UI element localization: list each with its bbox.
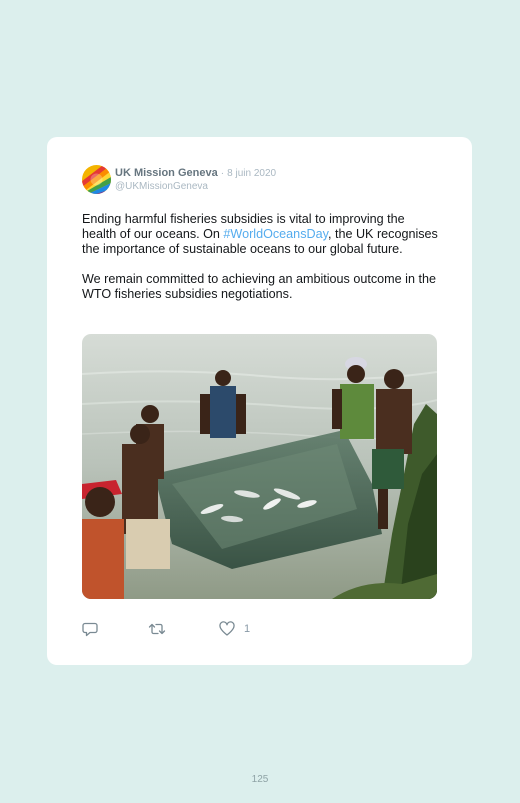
heart-icon: [219, 621, 235, 636]
tweet-paragraph-1: Ending harmful fisheries subsidies is vi…: [82, 212, 442, 257]
avatar[interactable]: [82, 165, 111, 194]
tweet-paragraph-2: We remain committed to achieving an ambi…: [82, 272, 436, 301]
tweet-date[interactable]: 8 juin 2020: [227, 168, 276, 179]
tweet-header: UK Mission Geneva · 8 juin 2020: [115, 166, 276, 181]
like-button[interactable]: 1: [219, 619, 250, 639]
reply-icon: [82, 622, 98, 637]
header-separator: ·: [220, 168, 225, 179]
retweet-button[interactable]: [148, 619, 166, 639]
author-name[interactable]: UK Mission Geneva: [115, 167, 218, 179]
tweet-actions: 1: [82, 619, 282, 639]
tweet-text: Ending harmful fisheries subsidies is vi…: [82, 212, 442, 302]
tweet-card: UK Mission Geneva · 8 juin 2020 @UKMissi…: [47, 137, 472, 665]
retweet-icon: [148, 623, 166, 635]
author-handle[interactable]: @UKMissionGeneva: [115, 180, 208, 193]
tweet-photo[interactable]: [82, 334, 437, 599]
avatar-rainbow-icon: [82, 165, 111, 194]
page-number: 125: [251, 774, 269, 785]
fishermen-net-photo: [82, 334, 437, 599]
hashtag-link[interactable]: #WorldOceansDay: [223, 227, 328, 241]
reply-button[interactable]: [82, 619, 98, 639]
like-count: 1: [244, 623, 251, 635]
